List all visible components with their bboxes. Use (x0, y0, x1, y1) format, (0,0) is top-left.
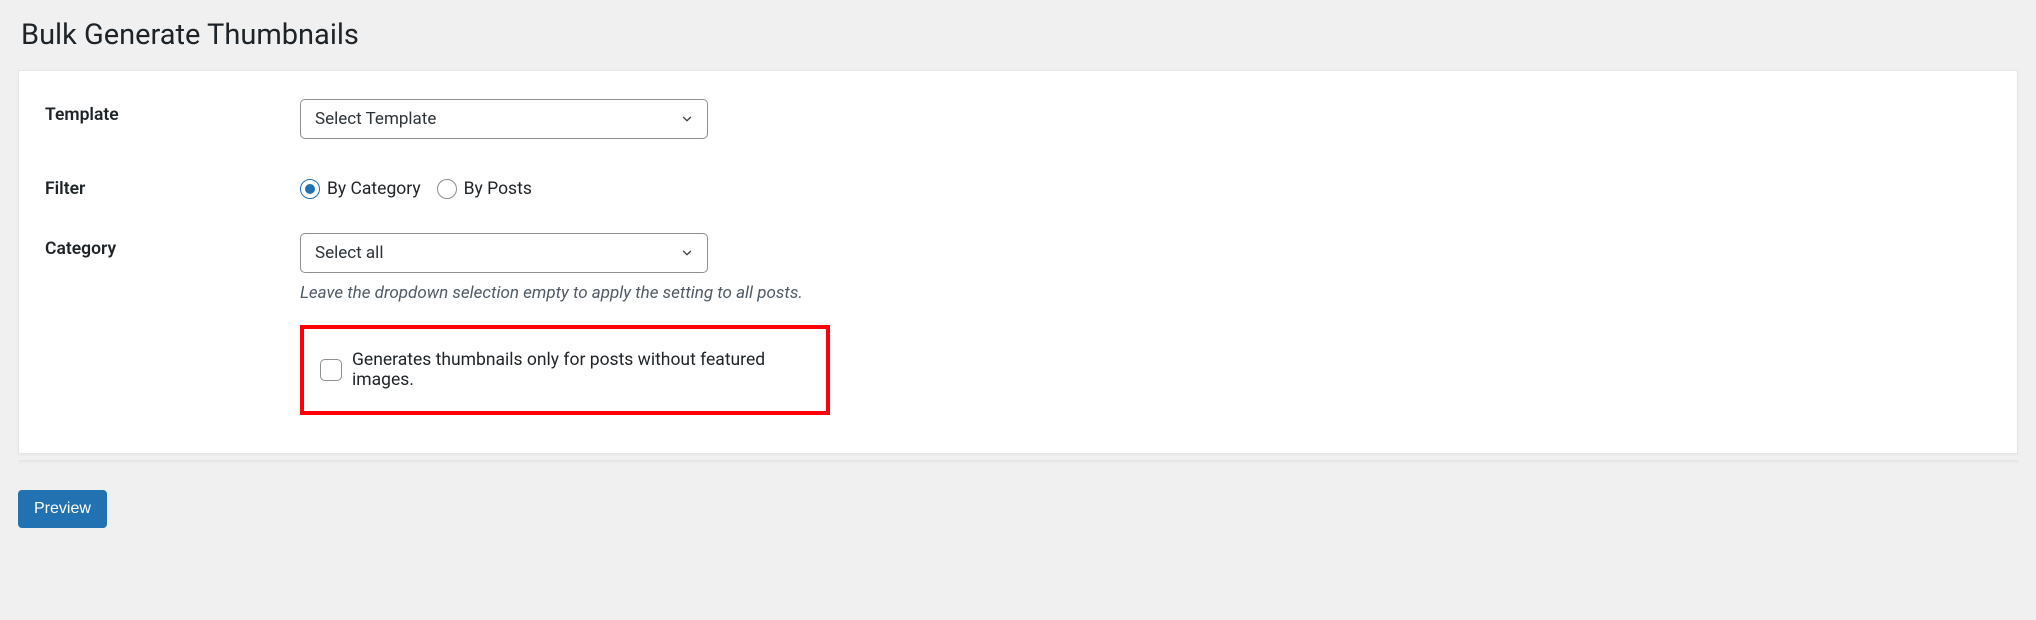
row-template: Template Select Template (45, 99, 1991, 139)
template-select-value: Select Template (315, 109, 667, 129)
only-without-featured-checkbox[interactable] (320, 359, 342, 381)
radio-label-by-posts: By Posts (464, 179, 532, 199)
template-select[interactable]: Select Template (300, 99, 708, 139)
preview-button[interactable]: Preview (18, 490, 107, 528)
only-without-featured-row[interactable]: Generates thumbnails only for posts with… (320, 350, 810, 390)
panel-shadow (18, 460, 2018, 464)
row-filter: Filter By Category By Posts (45, 173, 1991, 199)
settings-panel: Template Select Template Filter By Categ… (18, 70, 2018, 454)
filter-field: By Category By Posts (300, 173, 1991, 199)
category-label: Category (45, 233, 300, 259)
template-label: Template (45, 99, 300, 125)
radio-by-category[interactable]: By Category (300, 179, 421, 199)
highlighted-option: Generates thumbnails only for posts with… (300, 325, 830, 415)
only-without-featured-label: Generates thumbnails only for posts with… (352, 350, 810, 390)
radio-label-by-category: By Category (327, 179, 421, 199)
category-select-value: Select all (315, 243, 667, 263)
row-category: Category Select all Leave the dropdown s… (45, 233, 1991, 415)
filter-radio-group: By Category By Posts (300, 173, 1991, 199)
filter-label: Filter (45, 173, 300, 199)
category-select[interactable]: Select all (300, 233, 708, 273)
radio-input-by-posts (437, 179, 457, 199)
radio-input-by-category (300, 179, 320, 199)
template-field: Select Template (300, 99, 1991, 139)
category-hint: Leave the dropdown selection empty to ap… (300, 283, 1991, 303)
chevron-down-icon (679, 111, 695, 127)
category-field: Select all Leave the dropdown selection … (300, 233, 1991, 415)
radio-by-posts[interactable]: By Posts (437, 179, 532, 199)
chevron-down-icon (679, 245, 695, 261)
page-title: Bulk Generate Thumbnails (18, 18, 2018, 52)
